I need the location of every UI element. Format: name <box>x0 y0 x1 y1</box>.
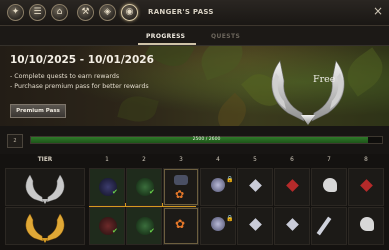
sword-icon <box>316 216 332 236</box>
crystal-icon <box>249 218 262 231</box>
check-icon: ✔ <box>112 227 118 235</box>
season-date-range: 10/10/2025 - 10/01/2026 <box>10 54 154 66</box>
tab-quests[interactable]: QUESTS <box>211 33 240 40</box>
quest-icon[interactable]: ✦ <box>7 4 24 21</box>
column-header: 4 <box>216 157 220 163</box>
silver-wings-emblem-icon <box>271 60 345 125</box>
reward-cell[interactable]: 🔒 <box>200 207 236 245</box>
bag-icon[interactable]: ◈ <box>99 4 116 21</box>
pass-icon[interactable]: ◉ <box>121 4 138 21</box>
lock-icon: 🔒 <box>226 176 234 183</box>
reward-cell[interactable] <box>237 207 273 245</box>
progress-bar: 2500 / 2600 <box>30 136 383 144</box>
clover-icon: ✿ <box>175 217 186 231</box>
reward-cell[interactable]: ✔ <box>89 207 125 245</box>
clover-icon: ✿ <box>175 188 185 201</box>
page-title: RANGER'S PASS <box>148 8 214 16</box>
bag-icon <box>174 175 188 185</box>
reward-cell[interactable]: ✔ <box>89 168 125 206</box>
reward-cell[interactable]: ✿ <box>163 168 199 206</box>
column-header: 6 <box>290 157 294 163</box>
foliage-decoration <box>117 91 159 126</box>
check-icon: ✔ <box>112 188 118 196</box>
tier-column-header: TIER <box>37 157 53 163</box>
reward-cell[interactable] <box>348 207 384 245</box>
column-header: 1 <box>105 157 109 163</box>
column-header: 5 <box>253 157 257 163</box>
gem-bundle-icon <box>211 178 225 192</box>
season-banner: 10/10/2025 - 10/01/2026 - Complete quest… <box>0 46 389 126</box>
column-header: 8 <box>364 157 368 163</box>
reward-cell[interactable]: ✿ <box>163 207 199 245</box>
reward-cell[interactable] <box>274 168 310 206</box>
premium-tier-cell <box>5 207 85 245</box>
current-level: 2 <box>7 134 23 148</box>
reward-cell[interactable] <box>348 168 384 206</box>
premium-pass-button[interactable]: Premium Pass <box>10 104 66 118</box>
silver-wings-icon <box>25 174 65 204</box>
column-header: 7 <box>327 157 331 163</box>
gold-wings-icon <box>25 213 65 243</box>
pickaxe-icon[interactable]: ⚒ <box>77 4 94 21</box>
tab-progress[interactable]: PROGRESS <box>146 33 185 40</box>
reward-cell[interactable] <box>311 168 347 206</box>
feather-icon <box>323 178 337 192</box>
crystal-icon <box>286 218 299 231</box>
ruby-icon <box>360 179 373 192</box>
reward-cell[interactable] <box>274 207 310 245</box>
progress-row: 2 2500 / 2600 <box>0 126 389 154</box>
check-icon: ✔ <box>149 188 155 196</box>
column-header: 2 <box>142 157 146 163</box>
description-line: - Complete quests to earn rewards <box>10 73 120 80</box>
progress-text: 2500 / 2600 <box>192 137 221 142</box>
ruby-icon <box>286 179 299 192</box>
free-tier-cell <box>5 168 85 206</box>
free-tier-label: Free <box>313 74 336 85</box>
foliage-decoration <box>210 92 254 126</box>
reward-cell[interactable]: 🔒 <box>200 168 236 206</box>
reward-cell[interactable]: ✔ <box>126 207 162 245</box>
crystal-icon <box>249 179 262 192</box>
map-icon[interactable]: ⌂ <box>51 4 68 21</box>
foliage-decoration <box>195 46 249 81</box>
reward-table: TIER 1 2 3 4 5 6 7 8 ✔ ✔ ✿ 🔒 ✔ ✔ ✿ 🔒 <box>0 154 389 250</box>
active-tab-indicator <box>138 43 196 45</box>
column-header: 3 <box>179 157 183 163</box>
tasks-icon[interactable]: ☰ <box>29 4 46 21</box>
lock-icon: 🔒 <box>226 215 234 222</box>
gem-bundle-icon <box>211 217 225 231</box>
feather-icon <box>360 217 374 231</box>
reward-cell[interactable] <box>311 207 347 245</box>
tab-bar: PROGRESS QUESTS <box>0 26 389 46</box>
check-icon: ✔ <box>149 227 155 235</box>
close-icon[interactable]: × <box>371 4 385 18</box>
top-bar: ✦ ☰ ⌂ ⚒ ◈ ◉ ⛺ RANGER'S PASS × <box>0 0 389 26</box>
reward-cell[interactable]: ✔ <box>126 168 162 206</box>
description-line: - Purchase premium pass for better rewar… <box>10 83 149 90</box>
reward-cell[interactable] <box>237 168 273 206</box>
